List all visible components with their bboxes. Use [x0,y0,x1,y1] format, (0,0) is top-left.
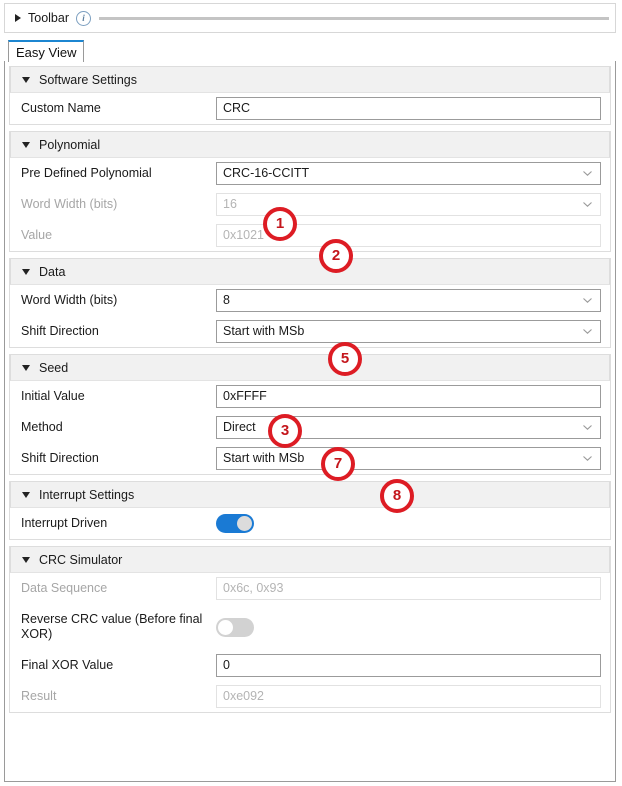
select-pre-defined-polynomial[interactable]: CRC-16-CCITT [216,162,601,185]
value-polynomial-word-width: 16 [223,197,237,211]
toggle-knob [237,516,252,531]
row-polynomial-value: Value 0x1021 [10,220,610,251]
annotation-marker-2: 2 [319,239,353,273]
section-title: Software Settings [39,72,137,87]
annotation-marker-7: 7 [321,447,355,481]
section-seed: Seed Initial Value 0xFFFF Method Direct Shift… [9,354,611,475]
value-result: 0xe092 [223,689,265,703]
annotation-marker-3: 3 [268,414,302,448]
row-seed-shift-direction: Shift Direction Start with MSb [10,443,610,474]
row-final-xor-value: Final XOR Value 0 [10,650,610,681]
row-data-shift-direction: Shift Direction Start with MSb [10,316,610,347]
value-seed-method: Direct [223,420,256,434]
annotation-marker-5: 5 [328,342,362,376]
row-data-word-width: Word Width (bits) 8 [10,285,610,316]
row-polynomial-word-width: Word Width (bits) 16 [10,189,610,220]
section-title: CRC Simulator [39,552,123,567]
section-interrupt-settings: Interrupt Settings Interrupt Driven [9,481,611,540]
section-header-interrupt-settings[interactable]: Interrupt Settings [10,481,610,508]
label-interrupt-driven: Interrupt Driven [21,516,108,530]
input-custom-name[interactable]: CRC [216,97,601,120]
label-data-shift-direction: Shift Direction [21,324,99,338]
info-icon[interactable]: i [76,10,91,26]
input-seed-initial-value[interactable]: 0xFFFF [216,385,601,408]
value-data-sequence: 0x6c, 0x93 [223,581,284,595]
settings-panel: Software Settings Custom Name CRC Polynomia… [4,61,616,782]
label-data-sequence: Data Sequence [21,581,108,595]
section-data: Data Word Width (bits) 8 Shift Direction Sta… [9,258,611,348]
chevron-down-icon [583,201,592,207]
section-header-software-settings[interactable]: Software Settings [10,66,610,93]
toggle-reverse-crc-value[interactable] [216,617,254,637]
label-result: Result [21,689,57,703]
input-final-xor-value[interactable]: 0 [216,654,601,677]
chevron-down-icon [583,297,592,303]
section-header-seed[interactable]: Seed [10,354,610,381]
row-custom-name: Custom Name CRC [10,93,610,124]
section-crc-simulator: CRC Simulator Data Sequence 0x6c, 0x93 Reve… [9,546,611,713]
label-reverse-crc-value: Reverse CRC value (Before final XOR) [21,612,203,641]
label-seed-initial-value: Initial Value [21,389,85,403]
label-polynomial-word-width: Word Width (bits) [21,197,118,211]
triangle-down-icon[interactable] [22,491,30,498]
toolbar-label: Toolbar [28,11,69,25]
annotation-marker-8: 8 [380,479,414,513]
section-title: Interrupt Settings [39,487,135,502]
tab-bar: Easy View [4,40,616,62]
value-polynomial-value: 0x1021 [223,228,265,242]
section-polynomial: Polynomial Pre Defined Polynomial CRC-16-C… [9,131,611,252]
value-seed-shift-direction: Start with MSb [223,451,305,465]
section-title: Polynomial [39,137,101,152]
section-header-crc-simulator[interactable]: CRC Simulator [10,546,610,573]
value-seed-initial-value: 0xFFFF [223,389,267,403]
triangle-down-icon[interactable] [22,141,30,148]
input-result: 0xe092 [216,685,601,708]
chevron-down-icon [583,170,592,176]
row-seed-method: Method Direct [10,412,610,443]
toolbar-separator [99,16,609,20]
row-result: Result 0xe092 [10,681,610,712]
label-final-xor-value: Final XOR Value [21,658,114,672]
section-header-polynomial[interactable]: Polynomial [10,131,610,158]
toggle-knob [218,619,233,635]
triangle-down-icon[interactable] [22,556,30,563]
label-custom-name: Custom Name [21,101,101,115]
row-interrupt-driven: Interrupt Driven [10,508,610,539]
toggle-interrupt-driven[interactable] [216,514,254,533]
annotation-marker-1: 1 [263,207,297,241]
triangle-down-icon[interactable] [22,364,30,371]
section-software-settings: Software Settings Custom Name CRC [9,66,611,125]
select-data-shift-direction[interactable]: Start with MSb [216,320,601,343]
row-seed-initial-value: Initial Value 0xFFFF [10,381,610,412]
section-title: Data [39,264,66,279]
label-pre-defined-polynomial: Pre Defined Polynomial [21,166,152,180]
label-seed-shift-direction: Shift Direction [21,451,99,465]
value-custom-name: CRC [223,101,251,115]
select-seed-shift-direction[interactable]: Start with MSb [216,447,601,470]
value-pre-defined-polynomial: CRC-16-CCITT [223,166,310,180]
row-pre-defined-polynomial: Pre Defined Polynomial CRC-16-CCITT [10,158,610,189]
input-data-sequence: 0x6c, 0x93 [216,577,601,600]
triangle-down-icon[interactable] [22,268,30,275]
label-seed-method: Method [21,420,63,434]
value-data-word-width: 8 [223,293,230,307]
chevron-down-icon [583,424,592,430]
chevron-down-icon [583,455,592,461]
label-data-word-width: Word Width (bits) [21,293,118,307]
value-final-xor-value: 0 [223,658,230,672]
section-title: Seed [39,360,69,375]
select-data-word-width[interactable]: 8 [216,289,601,312]
triangle-right-icon[interactable] [15,14,21,22]
chevron-down-icon [583,328,592,334]
toolbar-strip: Toolbar i [4,3,616,33]
label-polynomial-value: Value [21,228,53,242]
triangle-down-icon[interactable] [22,76,30,83]
section-header-data[interactable]: Data [10,258,610,285]
tab-easy-view[interactable]: Easy View [8,40,85,62]
value-data-shift-direction: Start with MSb [223,324,305,338]
row-data-sequence: Data Sequence 0x6c, 0x93 [10,573,610,604]
row-reverse-crc-value: Reverse CRC value (Before final XOR) [10,604,610,650]
